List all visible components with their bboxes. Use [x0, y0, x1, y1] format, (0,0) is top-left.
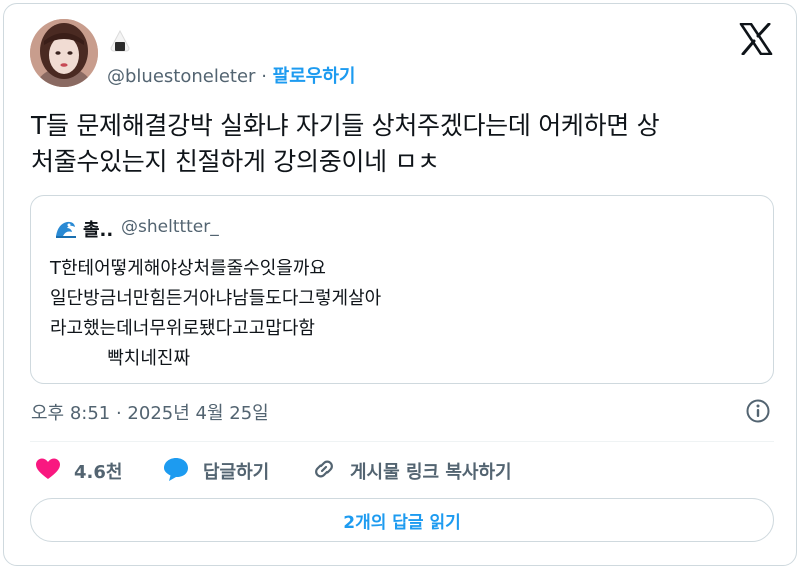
author-handle[interactable]: @bluestoneleter [107, 66, 255, 87]
copy-link-label: 게시물 링크 복사하기 [350, 462, 512, 483]
quote-line: T한테어떻게해야상처를줄수잇을까요 [50, 258, 326, 279]
avatar[interactable] [30, 19, 98, 87]
tweet-text-line: 처줄수있는지 친절하게 강의중이네 ㅁㅊ [31, 147, 440, 176]
quote-handle: @shelttter_ [121, 217, 219, 237]
like-count: 4.6천 [74, 462, 123, 483]
link-icon [311, 456, 337, 486]
copy-link-button[interactable]: 게시물 링크 복사하기 [311, 456, 512, 486]
heart-icon [35, 457, 61, 485]
like-button[interactable]: 4.6천 [35, 456, 122, 486]
quote-line: 빡치네진짜 [50, 348, 191, 369]
reply-button[interactable]: 답글하기 [162, 456, 269, 486]
wave-icon [55, 220, 77, 238]
x-logo-icon[interactable] [739, 22, 773, 56]
quote-line: 라고했는데너무위로됐다고고맙다함 [50, 318, 315, 339]
tweet-text-line: T들 문제해결강박 실화냐 자기들 상처주겠다는데 어케하면 상 [31, 111, 660, 140]
quote-line: 일단방금너만힘든거아냐남들도다그렇게살아 [50, 288, 382, 309]
quote-tweet[interactable]: 촐.. @shelttter_ T한테어떻게해야상처를줄수잇을까요 일단방금너만… [30, 195, 774, 384]
info-icon[interactable] [745, 398, 771, 424]
tweet-timestamp[interactable]: 오후 8:51 · 2025년 4월 25일 [31, 399, 269, 425]
quote-body: T한테어떻게해야상처를줄수잇을까요 일단방금너만힘든거아냐남들도다그렇게살아 라… [50, 254, 381, 374]
divider [30, 441, 774, 442]
follow-link[interactable]: 팔로우하기 [273, 66, 356, 87]
onigiri-icon [108, 28, 132, 54]
reply-bubble-icon [162, 456, 190, 486]
read-replies-button[interactable]: 2개의 답글 읽기 [30, 498, 774, 542]
quote-display-name: 촐.. [83, 220, 114, 241]
handle-separator: · [261, 66, 267, 87]
author-handle-row: @bluestoneleter · 팔로우하기 [107, 62, 355, 88]
tweet-text: T들 문제해결강박 실화냐 자기들 상처주겠다는데 어케하면 상 처줄수있는지 … [31, 108, 766, 180]
reply-label: 답글하기 [203, 462, 270, 483]
